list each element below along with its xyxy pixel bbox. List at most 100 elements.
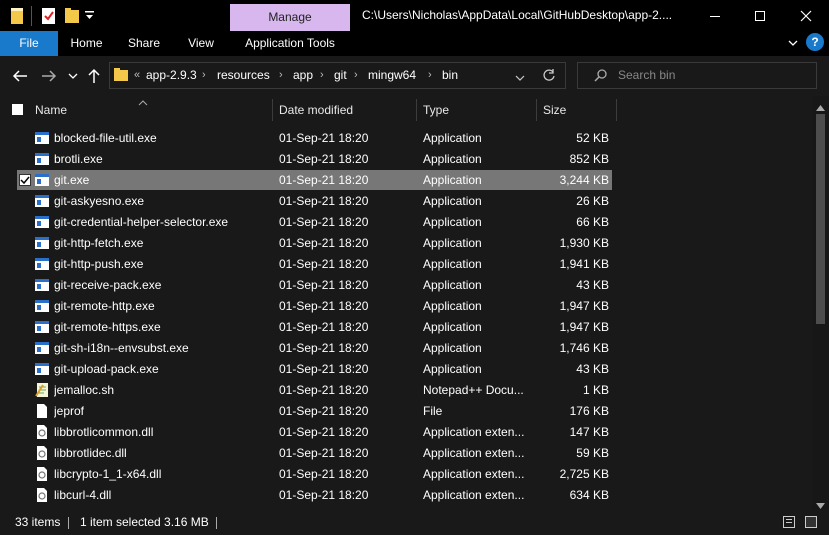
file-type: Application (423, 257, 482, 271)
file-type: Application (423, 215, 482, 229)
file-row[interactable]: git-http-fetch.exe 01-Sep-21 18:20 Applica… (17, 233, 612, 253)
breadcrumb-git[interactable]: git (334, 63, 347, 88)
chevron-right-icon: › (428, 69, 432, 81)
file-size: 26 KB (576, 194, 609, 208)
file-date: 01-Sep-21 18:20 (279, 131, 369, 145)
tab-file[interactable]: File (0, 31, 58, 56)
file-name: blocked-file-util.exe (54, 131, 157, 145)
file-row[interactable]: git-http-push.exe 01-Sep-21 18:20 Applicat… (17, 254, 612, 274)
file-row[interactable]: git-remote-http.exe 01-Sep-21 18:20 Applic… (17, 296, 612, 316)
folder-icon (9, 7, 27, 25)
breadcrumb-bin[interactable]: bin (442, 63, 458, 88)
breadcrumb-mingw64[interactable]: mingw64 (368, 63, 416, 88)
up-button[interactable] (85, 64, 103, 88)
file-row[interactable]: git-upload-pack.exe 01-Sep-21 18:20 Applic… (17, 359, 612, 379)
file-row[interactable]: git-credential-helper-selector.exe 01-Sep… (17, 212, 612, 232)
dll-icon (34, 466, 50, 482)
properties-icon[interactable] (40, 7, 58, 25)
vertical-scrollbar[interactable] (812, 96, 829, 510)
customize-toolbar-icon[interactable] (84, 9, 96, 27)
file-date: 01-Sep-21 18:20 (279, 278, 369, 292)
file-date: 01-Sep-21 18:20 (279, 257, 369, 271)
file-size: 2,725 KB (559, 467, 609, 481)
scrollbar-thumb[interactable] (816, 114, 825, 324)
exe-icon (34, 277, 50, 293)
file-row[interactable]: jemalloc.sh 01-Sep-21 18:20 Notepad++ Docu… (17, 380, 612, 400)
status-bar: 33 items 1 item selected 3.16 MB (0, 510, 829, 535)
select-all-checkbox[interactable] (12, 104, 23, 115)
breadcrumb-app[interactable]: app (293, 63, 313, 88)
file-size: 1 KB (582, 383, 609, 397)
file-name: git.exe (54, 173, 90, 187)
column-type[interactable]: Type (423, 96, 449, 124)
column-size[interactable]: Size (543, 96, 566, 124)
breadcrumb-resources[interactable]: resources (217, 63, 270, 88)
file-row[interactable]: git-sh-i18n--envsubst.exe 01-Sep-21 18:20… (17, 338, 612, 358)
ribbon-tabs: File Home Share View Application Tools ? (0, 31, 829, 56)
row-checkbox[interactable] (19, 174, 31, 186)
file-row[interactable]: git-askyesno.exe 01-Sep-21 18:20 Applicati… (17, 191, 612, 211)
forward-button[interactable] (39, 64, 59, 88)
column-date-modified[interactable]: Date modified (279, 96, 353, 124)
file-date: 01-Sep-21 18:20 (279, 488, 369, 502)
file-name: brotli.exe (54, 152, 103, 166)
file-row[interactable]: blocked-file-util.exe 01-Sep-21 18:20 Appl… (17, 128, 612, 148)
file-row[interactable]: brotli.exe 01-Sep-21 18:20 Application 852 … (17, 149, 612, 169)
expand-ribbon-icon[interactable] (787, 38, 799, 52)
file-type: Notepad++ Docu... (423, 383, 524, 397)
column-header: Name Date modified Type Size (0, 96, 810, 124)
file-name: libbrotlidec.dll (54, 446, 127, 460)
file-row[interactable]: libbrotlidec.dll 01-Sep-21 18:20 Applicati… (17, 443, 612, 463)
file-size: 1,947 KB (559, 299, 609, 313)
scroll-up-icon[interactable] (816, 100, 825, 114)
file-type: File (423, 404, 443, 418)
manage-tab[interactable]: Manage (230, 4, 350, 31)
title-bar: Manage C:\Users\Nicholas\AppData\Local\G… (0, 0, 829, 31)
window-title: C:\Users\Nicholas\AppData\Local\GitHubDe… (362, 8, 673, 22)
address-bar[interactable]: « app-2.9.3 › resources › app › git › mi… (109, 62, 566, 89)
back-button[interactable] (10, 64, 30, 88)
column-name[interactable]: Name (35, 96, 67, 124)
help-icon[interactable]: ? (806, 33, 824, 51)
file-row[interactable]: git.exe 01-Sep-21 18:20 Application 3,244 K… (17, 170, 612, 190)
tab-home[interactable]: Home (58, 31, 115, 56)
refresh-icon[interactable] (542, 68, 556, 85)
recent-locations-button[interactable] (67, 64, 79, 88)
minimize-button[interactable] (692, 0, 738, 31)
file-size: 66 KB (576, 215, 609, 229)
large-icons-view-icon[interactable] (805, 516, 817, 528)
breadcrumb-app-2.9.3[interactable]: app-2.9.3 (146, 63, 197, 88)
close-button[interactable] (783, 0, 829, 31)
breadcrumb-overflow[interactable]: « (134, 63, 140, 88)
file-row[interactable]: git-remote-https.exe 01-Sep-21 18:20 Appli… (17, 317, 612, 337)
new-folder-icon[interactable] (63, 7, 81, 25)
file-type: Application (423, 299, 482, 313)
file-name: git-receive-pack.exe (54, 278, 162, 292)
tab-application-tools[interactable]: Application Tools (230, 31, 350, 56)
file-row[interactable]: libcrypto-1_1-x64.dll 01-Sep-21 18:20 Appl… (17, 464, 612, 484)
chevron-down-icon[interactable] (515, 71, 525, 85)
exe-icon (34, 151, 50, 167)
chevron-right-icon: › (320, 69, 324, 81)
file-date: 01-Sep-21 18:20 (279, 341, 369, 355)
file-size: 176 KB (569, 404, 609, 418)
file-date: 01-Sep-21 18:20 (279, 173, 369, 187)
file-row[interactable]: libcurl-4.dll 01-Sep-21 18:20 Application … (17, 485, 612, 505)
file-name: git-remote-http.exe (54, 299, 155, 313)
search-icon (594, 68, 608, 85)
file-date: 01-Sep-21 18:20 (279, 236, 369, 250)
file-date: 01-Sep-21 18:20 (279, 446, 369, 460)
file-size: 634 KB (569, 488, 609, 502)
tab-share[interactable]: Share (115, 31, 173, 56)
tab-view[interactable]: View (173, 31, 229, 56)
file-size: 59 KB (576, 446, 609, 460)
search-input[interactable]: Search bin (577, 62, 817, 89)
maximize-button[interactable] (737, 0, 783, 31)
file-row[interactable]: git-receive-pack.exe 01-Sep-21 18:20 Appli… (17, 275, 612, 295)
file-date: 01-Sep-21 18:20 (279, 194, 369, 208)
exe-icon (34, 256, 50, 272)
exe-icon (34, 319, 50, 335)
details-view-icon[interactable] (783, 516, 795, 528)
file-row[interactable]: libbrotlicommon.dll 01-Sep-21 18:20 Applic… (17, 422, 612, 442)
file-row[interactable]: jeprof 01-Sep-21 18:20 File 176 KB (17, 401, 612, 421)
